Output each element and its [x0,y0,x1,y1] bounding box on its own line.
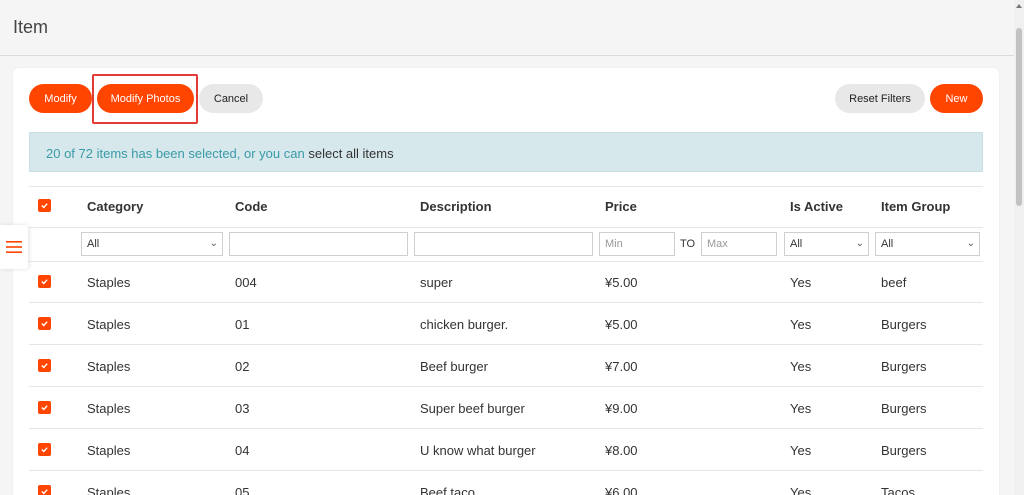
chevron-down-icon: ⌄ [855,238,864,249]
cell-price: ¥8.00 [605,443,638,458]
row-divider [29,428,983,429]
is-active-filter-value: All [790,238,803,250]
cell-is-active: Yes [790,359,812,374]
description-filter-input[interactable] [414,232,593,256]
row-checkbox[interactable] [38,317,51,330]
page-header: Item [0,0,1014,56]
page-title: Item [13,17,49,37]
cell-code: 04 [235,443,250,458]
row-checkbox[interactable] [38,401,51,414]
cell-item-group: Burgers [881,401,927,416]
chevron-down-icon: ⌄ [209,238,218,249]
cell-item-group: Burgers [881,317,927,332]
check-icon [41,447,48,453]
header-divider [29,227,983,228]
cell-is-active: Yes [790,485,812,495]
selection-count-text: 20 of 72 items has been selected, or you… [46,146,305,161]
price-max-input[interactable]: Max [701,232,777,256]
category-filter-select[interactable]: All ⌄ [81,232,223,256]
column-header-category[interactable]: Category [87,199,143,214]
cell-is-active: Yes [790,401,812,416]
category-filter-value: All [87,238,100,250]
cancel-button[interactable]: Cancel [199,84,263,113]
table-top-border [29,186,983,187]
reset-filters-button[interactable]: Reset Filters [835,84,925,113]
cell-category: Staples [87,401,131,416]
row-divider [29,302,983,303]
cell-category: Staples [87,485,131,495]
new-button[interactable]: New [930,84,983,113]
highlight-box [92,74,198,124]
price-min-placeholder: Min [605,238,623,250]
cell-price: ¥5.00 [605,275,638,290]
cell-description: Beef burger [420,359,488,374]
check-icon [41,489,48,495]
column-header-code[interactable]: Code [235,199,268,214]
select-all-link[interactable]: select all items [308,146,393,161]
cell-item-group: Burgers [881,443,927,458]
cell-description: chicken burger. [420,317,509,332]
cell-code: 01 [235,317,250,332]
cell-price: ¥9.00 [605,401,638,416]
cell-category: Staples [87,359,131,374]
cell-code: 03 [235,401,250,416]
cell-item-group: Tacos [881,485,915,495]
cell-category: Staples [87,275,131,290]
price-to-label: TO [680,238,696,250]
item-group-filter-select[interactable]: All ⌄ [875,232,980,256]
row-divider [29,344,983,345]
cell-is-active: Yes [790,317,812,332]
cell-price: ¥7.00 [605,359,638,374]
cell-description: super [420,275,453,290]
price-max-placeholder: Max [707,238,728,250]
scroll-thumb[interactable] [1016,28,1022,206]
cell-price: ¥5.00 [605,317,638,332]
modify-button[interactable]: Modify [29,84,92,113]
check-icon [41,363,48,369]
row-checkbox[interactable] [38,485,51,495]
row-checkbox[interactable] [38,275,51,288]
select-all-checkbox[interactable] [38,199,51,212]
column-header-description[interactable]: Description [420,199,492,214]
cell-price: ¥6.00 [605,485,638,495]
row-checkbox[interactable] [38,443,51,456]
cell-item-group: Burgers [881,359,927,374]
column-header-price[interactable]: Price [605,199,637,214]
cell-description: Super beef burger [420,401,525,416]
code-filter-input[interactable] [229,232,408,256]
column-header-is-active[interactable]: Is Active [790,199,843,214]
hamburger-icon [6,241,22,253]
page-scrollbar[interactable] [1014,0,1024,495]
check-icon [41,405,48,411]
cell-category: Staples [87,443,131,458]
cell-is-active: Yes [790,443,812,458]
cell-item-group: beef [881,275,907,290]
row-divider [29,386,983,387]
side-menu-toggle[interactable] [0,225,28,269]
scroll-up-arrow-icon[interactable] [1016,4,1022,8]
cell-description: Beef taco [420,485,475,495]
cell-category: Staples [87,317,131,332]
row-checkbox[interactable] [38,359,51,372]
item-group-filter-value: All [881,238,894,250]
cell-code: 05 [235,485,250,495]
selection-notice: 20 of 72 items has been selected, or you… [29,132,983,172]
row-divider [29,470,983,471]
chevron-down-icon: ⌄ [966,238,975,249]
cell-is-active: Yes [790,275,812,290]
cell-description: U know what burger [420,443,536,458]
cell-code: 004 [235,275,257,290]
price-min-input[interactable]: Min [599,232,675,256]
is-active-filter-select[interactable]: All ⌄ [784,232,869,256]
column-header-item-group[interactable]: Item Group [881,199,950,214]
check-icon [41,203,48,209]
check-icon [41,321,48,327]
filter-divider [29,261,983,262]
check-icon [41,279,48,285]
cell-code: 02 [235,359,250,374]
